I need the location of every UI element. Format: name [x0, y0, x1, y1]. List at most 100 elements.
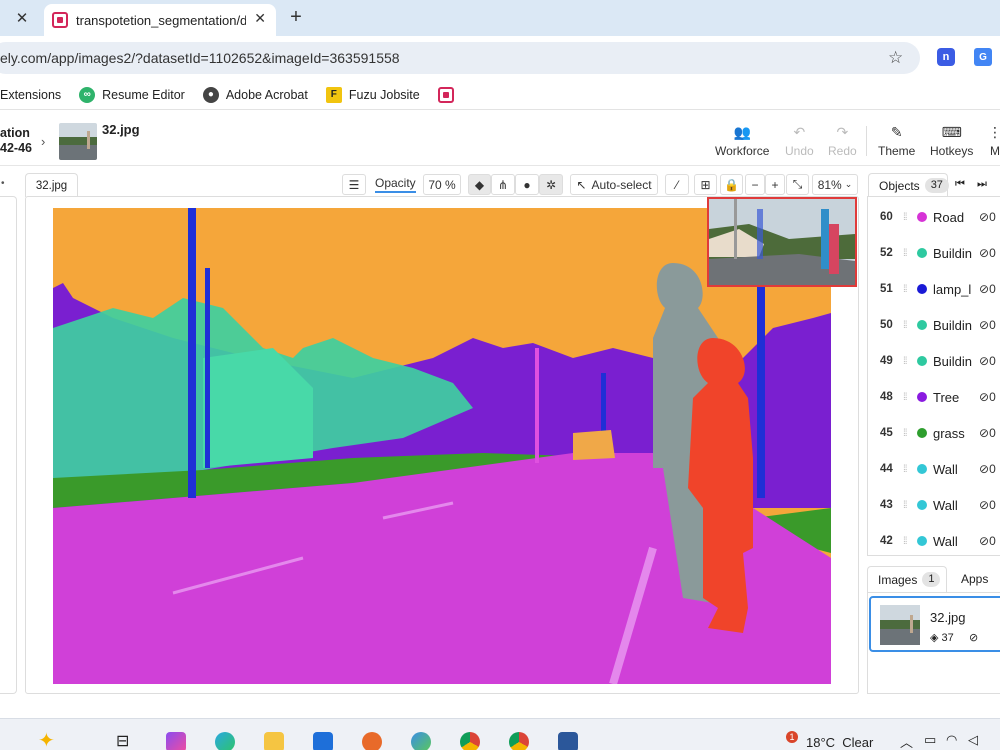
undo-button[interactable]: ↶ Undo [785, 124, 814, 158]
image-card-objects: ◈ 37 [930, 631, 954, 644]
magic-wand-button[interactable]: ⁄ [665, 174, 689, 195]
object-row-45[interactable]: 45 ⁞⁞ grass ⊘0 [868, 415, 1000, 451]
active-browser-tab[interactable]: transpotetion_segmentation/da ✕ [44, 4, 276, 36]
chevron-up-icon[interactable]: ︿ [900, 732, 913, 750]
workforce-button[interactable]: 👥 Workforce [715, 124, 769, 158]
task-view-icon[interactable]: ⊟ [116, 731, 129, 750]
file-explorer-icon[interactable] [264, 732, 284, 750]
objects-tab-label: Objects [879, 178, 920, 193]
settings-mode-button[interactable]: ✲ [539, 174, 563, 195]
monitor-icon[interactable]: ▭ [924, 732, 936, 748]
chrome-icon[interactable] [509, 732, 529, 750]
bookmark-star-icon[interactable]: ☆ [888, 48, 903, 68]
bookmark-label: Adobe Acrobat [225, 87, 308, 102]
bookmark-extensions[interactable]: Extensions [0, 88, 61, 102]
bookmark-fuzu-jobsite[interactable]: F Fuzu Jobsite [325, 86, 420, 103]
bookmark-adobe-acrobat[interactable]: ● Adobe Acrobat [202, 86, 308, 103]
drag-handle-icon[interactable]: ⁞⁞ [903, 248, 909, 259]
zoom-out-button[interactable]: − [745, 174, 765, 195]
wifi-icon[interactable]: ◠ [946, 732, 957, 748]
drag-handle-icon[interactable]: ⁞⁞ [903, 464, 909, 475]
breadcrumb-chevron-icon: › [41, 134, 46, 149]
tag-outline-icon: ⊘ [979, 282, 990, 296]
lock-icon: 🔒 [724, 177, 739, 192]
address-bar[interactable]: ely.com/app/images2/?datasetId=1102652&i… [0, 42, 920, 74]
weather-widget[interactable]: 18°C Clear [806, 735, 873, 750]
word-icon[interactable] [558, 732, 578, 750]
globe-icon: ● [202, 86, 219, 103]
redo-button[interactable]: ↷ Redo [828, 124, 857, 158]
grid-icon: ⊞ [700, 177, 711, 192]
object-row-43[interactable]: 43 ⁞⁞ Wall ⊘0 [868, 487, 1000, 523]
auto-select-button[interactable]: ↖ Auto-select [570, 174, 658, 195]
new-tab-button[interactable]: + [285, 6, 307, 28]
drag-handle-icon[interactable]: ⁞⁞ [903, 284, 909, 295]
edge-browser-icon[interactable] [215, 732, 235, 750]
tag-mode-button[interactable]: ◆ [468, 174, 491, 195]
app-medal-icon[interactable] [362, 732, 382, 750]
drag-handle-icon[interactable]: ⁞⁞ [903, 356, 909, 367]
outlook-icon[interactable] [313, 732, 333, 750]
lock-button[interactable]: 🔒 [720, 174, 743, 195]
object-id: 44 [880, 463, 893, 475]
more-button[interactable]: ⋮ M [988, 124, 1000, 158]
zoom-level-select[interactable]: 81% ⌄ [812, 174, 858, 195]
images-tab[interactable]: Images 1 [867, 566, 947, 592]
minimap[interactable] [707, 197, 857, 287]
object-row-49[interactable]: 49 ⁞⁞ Buildin ⊘0 [868, 343, 1000, 379]
drag-handle-icon[interactable]: ⁞⁞ [903, 500, 909, 511]
speaker-icon[interactable]: ◁ [968, 732, 978, 748]
previous-tab-close-icon[interactable]: ✕ [12, 8, 32, 28]
drag-handle-icon[interactable]: ⁞⁞ [903, 392, 909, 403]
theme-icon: ✎ [890, 124, 903, 140]
copilot-sparkle-icon[interactable]: ✦ [38, 728, 55, 750]
hotkeys-button[interactable]: ⌨ Hotkeys [930, 124, 973, 158]
translate-extension-icon[interactable]: G [974, 48, 992, 66]
object-row-52[interactable]: 52 ⁞⁞ Buildin ⊘0 [868, 235, 1000, 271]
object-row-48[interactable]: 48 ⁞⁞ Tree ⊘0 [868, 379, 1000, 415]
tag-outline-icon: ⊘ [979, 462, 990, 476]
objects-list: 60 ⁞⁞ Road ⊘0 52 ⁞⁞ Buildin ⊘0 51 ⁞⁞ lam… [867, 196, 1000, 556]
bookmark-app[interactable] [437, 86, 454, 103]
zoom-in-button[interactable]: + [765, 174, 785, 195]
opacity-input[interactable]: 70 % [423, 174, 461, 195]
bookmark-resume-editor[interactable]: ∞ Resume Editor [79, 86, 185, 103]
object-tag-count: ⊘0 [979, 426, 996, 440]
close-tab-icon[interactable]: ✕ [254, 10, 266, 27]
tag-count-value: 0 [989, 354, 996, 368]
tag-outline-icon: ⊘ [979, 426, 990, 440]
object-row-51[interactable]: 51 ⁞⁞ lamp_l ⊘0 [868, 271, 1000, 307]
extension-n-icon[interactable]: n [937, 48, 955, 66]
object-tag-count: ⊘0 [979, 390, 996, 404]
drag-handle-icon[interactable]: ⁞⁞ [903, 320, 909, 331]
object-id: 51 [880, 283, 893, 295]
tag-count-value: 0 [989, 426, 996, 440]
copilot-app-icon[interactable] [166, 732, 186, 750]
drag-handle-icon[interactable]: ⁞⁞ [903, 536, 909, 547]
theme-button[interactable]: ✎ Theme [878, 124, 915, 158]
left-panel-dot-icon: • [1, 178, 5, 189]
hierarchy-mode-button[interactable]: ⋔ [491, 174, 515, 195]
filter-settings-button[interactable]: ☰ [342, 174, 366, 195]
project-name[interactable]: ation 42-46 [0, 126, 32, 156]
grid-toggle-button[interactable]: ⊞ [694, 174, 717, 195]
fit-screen-button[interactable]: ⤡ [786, 174, 809, 195]
object-row-60[interactable]: 60 ⁞⁞ Road ⊘0 [868, 199, 1000, 235]
first-page-icon[interactable]: ⏮ [955, 178, 965, 191]
gear-icon: ✲ [545, 177, 557, 192]
tag-count-value: 0 [989, 318, 996, 332]
object-id: 43 [880, 499, 893, 511]
drag-handle-icon[interactable]: ⁞⁞ [903, 428, 909, 439]
drag-handle-icon[interactable]: ⁞⁞ [903, 212, 909, 223]
objects-tab[interactable]: Objects 37 [868, 173, 949, 197]
image-card[interactable]: 32.jpg ◈ 37 ⊘ [869, 596, 1000, 652]
chrome-profile-icon[interactable] [460, 732, 480, 750]
last-page-icon[interactable]: ⏭ [977, 178, 987, 191]
person-mode-button[interactable]: ● [515, 174, 539, 195]
maps-icon[interactable] [411, 732, 431, 750]
object-row-44[interactable]: 44 ⁞⁞ Wall ⊘0 [868, 451, 1000, 487]
apps-tab[interactable]: Apps [961, 566, 988, 592]
object-row-50[interactable]: 50 ⁞⁞ Buildin ⊘0 [868, 307, 1000, 343]
canvas-tab[interactable]: 32.jpg [25, 173, 78, 197]
object-row-42[interactable]: 42 ⁞⁞ Wall ⊘0 [868, 523, 1000, 559]
